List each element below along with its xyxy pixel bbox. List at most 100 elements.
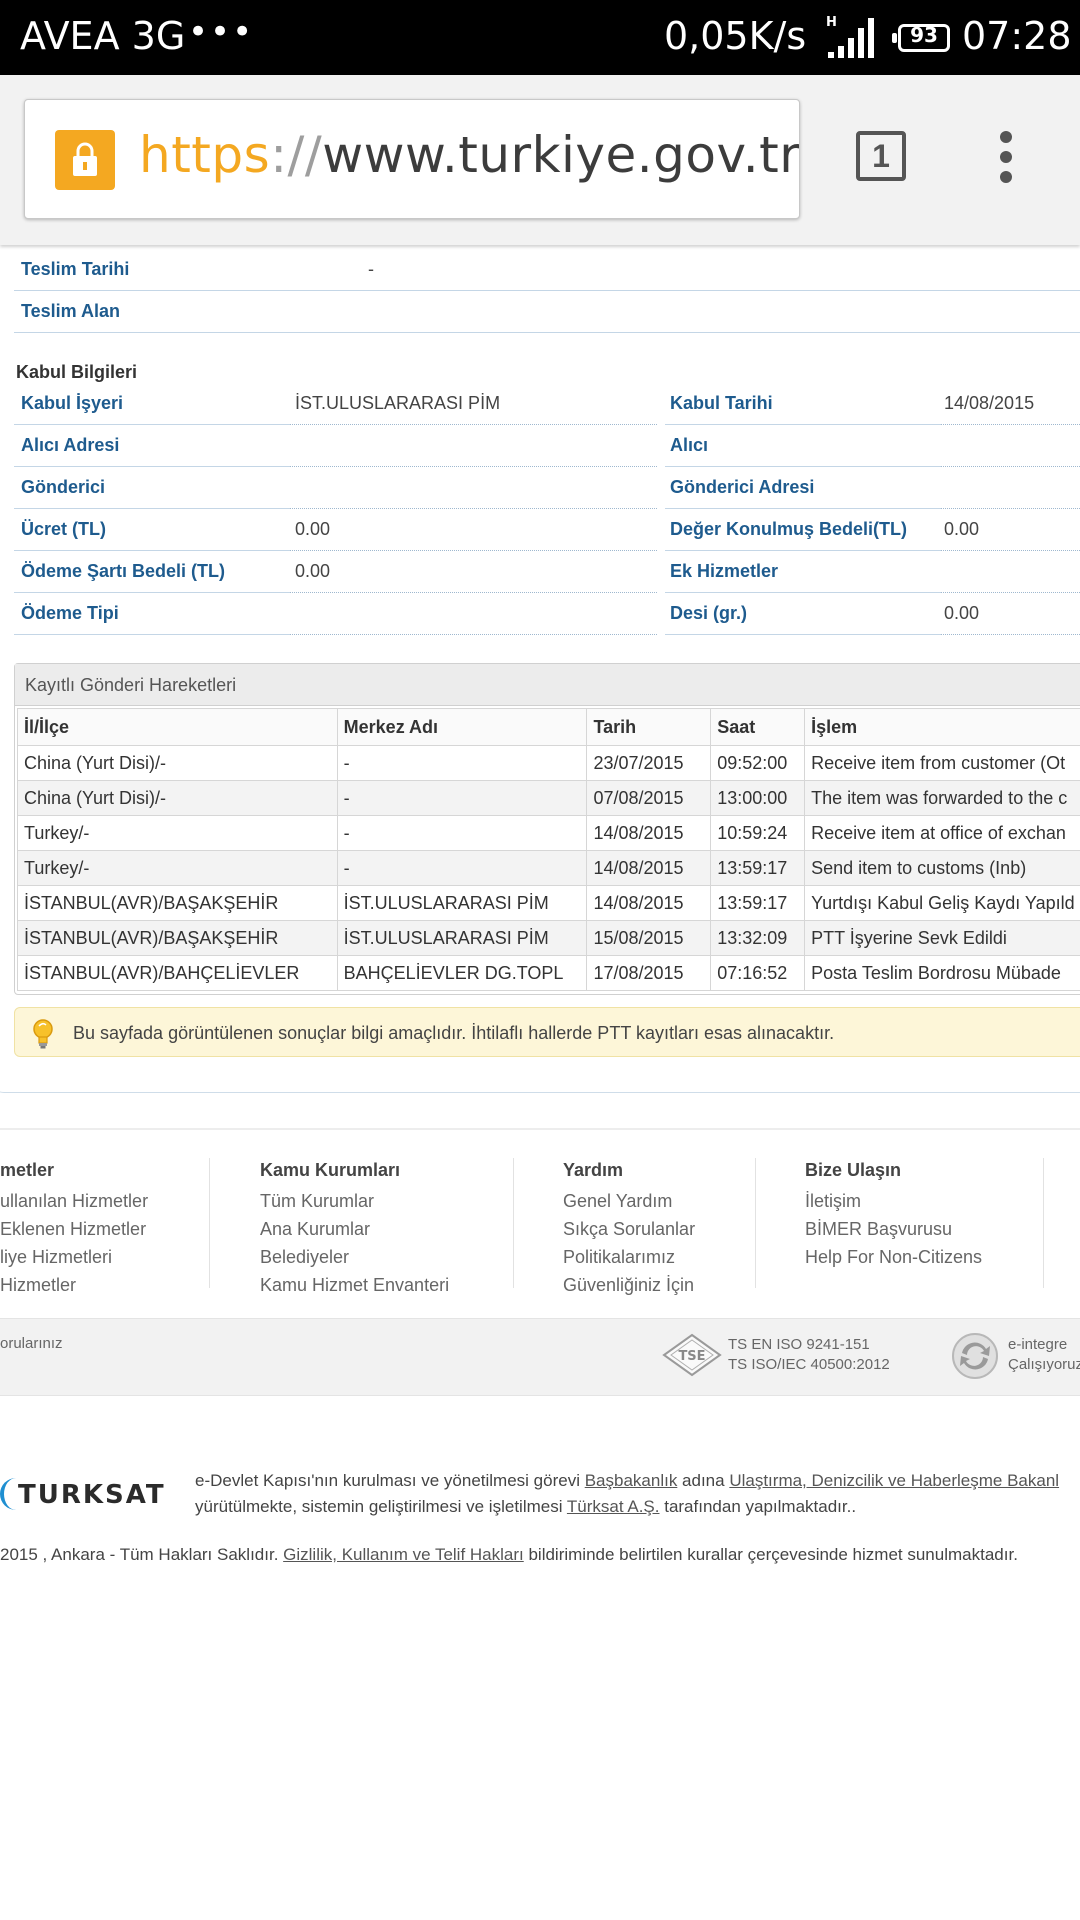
cell-saat: 10:59:24 [710,815,806,851]
cell-merkez-adi: BAHÇELİEVLER DG.TOPL [336,955,588,991]
browser-toolbar: https://www.turkiye.gov.tr/p 1 [0,75,1080,245]
col-header-islem[interactable]: İşlem [804,708,1080,746]
footer-gray-link[interactable]: orularınız [0,1335,63,1352]
cell-islem: Receive item at office of exchan [804,815,1080,851]
cell-tarih: 14/08/2015 [586,815,712,851]
col-header-merkez-adi[interactable]: Merkez Adı [336,708,588,746]
copyright-text: 2015 , Ankara - Tüm Hakları Saklıdır. [0,1545,284,1564]
e-integre-text: e-integre Çalışıyoruz [1008,1335,1080,1375]
lock-icon[interactable] [55,130,115,190]
network-speed: 0,05K/s [664,14,807,58]
basbakanlik-link[interactable]: Başbakanlık [585,1471,678,1490]
tse-standards: TS EN ISO 9241-151 TS ISO/IEC 40500:2012 [728,1335,890,1375]
movements-table: İl/İlçe Merkez Adı Tarih Saat İşlem Chin… [17,708,1080,991]
odeme-sarti-label: Ödeme Şartı Bedeli (TL) [21,561,226,581]
footer-link[interactable]: Kamu Hizmet Envanteri [260,1271,449,1299]
content-box-border [0,1070,1080,1093]
notice-text: Bu sayfada görüntülenen sonuçlar bilgi a… [73,1023,835,1043]
footer-link[interactable]: Ana Kurumlar [260,1215,449,1243]
footer-link[interactable]: İletişim [805,1187,982,1215]
table-row: China (Yurt Disi)/- - 07/08/2015 13:00:0… [17,780,1080,816]
footer-link[interactable]: Genel Yardım [563,1187,695,1215]
cell-tarih: 15/08/2015 [586,920,712,956]
col-header-tarih[interactable]: Tarih [586,708,712,746]
turksat-link[interactable]: Türksat A.Ş. [567,1497,660,1516]
footer-description: e-Devlet Kapısı'nın kurulması ve yönetil… [195,1468,1059,1520]
footer-text: tarafından yapılmaktadır.. [659,1497,857,1516]
kabul-tarihi-label: Kabul Tarihi [670,393,773,413]
tse-line-2: TS ISO/IEC 40500:2012 [728,1356,890,1373]
footer-text: e-Devlet Kapısı'nın kurulması ve yönetil… [195,1471,585,1490]
status-bar: AVEA 3G ••• 0,05K/s H 93 07:28 [0,0,1080,75]
cell-islem: PTT İşyerine Sevk Edildi [804,920,1080,956]
clock: 07:28 [962,14,1072,58]
footer-link[interactable]: Belediyeler [260,1243,449,1271]
footer-col-title: Bize Ulaşın [805,1160,902,1180]
deger-konulmus-label: Değer Konulmuş Bedeli(TL) [670,519,908,539]
kabul-isyeri-value: İST.ULUSLARARASI PİM [295,393,501,413]
tse-logo-icon: TSE [662,1333,722,1377]
cell-merkez-adi: - [336,780,588,816]
privacy-link[interactable]: Gizlilik, Kullanım ve Telif Hakları [283,1545,524,1564]
gonderici-label: Gönderici [21,477,106,497]
footer-link[interactable]: Tüm Kurumlar [260,1187,449,1215]
footer-col-kamu-kurumlari: Kamu Kurumları Tüm Kurumlar Ana Kurumlar… [260,1160,449,1299]
kabul-section-title: Kabul Bilgileri [16,362,138,382]
col-header-il-ilce[interactable]: İl/İlçe [17,708,338,746]
footer-text: adına [677,1471,730,1490]
cell-tarih: 14/08/2015 [586,850,712,886]
cell-saat: 13:00:00 [710,780,806,816]
copyright-text: bildiriminde belirtilen kurallar çerçeve… [523,1545,1018,1564]
footer-link[interactable]: Güvenliğiniz İçin [563,1271,695,1299]
cell-saat: 07:16:52 [710,955,806,991]
cell-il-ilce: İSTANBUL(AVR)/BAŞAKŞEHİR [17,920,338,956]
cell-merkez-adi: - [336,850,588,886]
cell-saat: 13:59:17 [710,885,806,921]
turksat-brand: TURKSAT [18,1480,166,1510]
cell-il-ilce: China (Yurt Disi)/- [17,780,338,816]
cell-islem: Receive item from customer (Ot [804,745,1080,781]
table-row: Turkey/- - 14/08/2015 10:59:24 Receive i… [17,815,1080,851]
odeme-sarti-value: 0.00 [295,561,331,581]
footer-link[interactable]: BİMER Başvurusu [805,1215,982,1243]
footer-col-title: Yardım [563,1160,624,1180]
turksat-logo[interactable]: TURKSAT [0,1476,164,1516]
e-integre-line-1: e-integre [1008,1336,1068,1353]
alici-label: Alıcı [670,435,709,455]
ucret-value: 0.00 [295,519,331,539]
bakanlik-link[interactable]: Ulaştırma, Denizcilik ve Haberleşme Baka… [729,1471,1059,1490]
footer-link[interactable]: Politikalarımız [563,1243,695,1271]
tab-switcher-button[interactable]: 1 [856,131,906,181]
deger-konulmus-value: 0.00 [944,519,980,539]
battery-icon: 93 [892,23,950,52]
col-header-saat[interactable]: Saat [710,708,806,746]
cell-tarih: 07/08/2015 [586,780,712,816]
cell-merkez-adi: - [336,745,588,781]
footer-link[interactable]: Eklenen Hizmetler [0,1215,148,1243]
desi-value: 0.00 [944,603,980,623]
cell-tarih: 23/07/2015 [586,745,712,781]
address-bar[interactable]: https://www.turkiye.gov.tr/p [24,99,800,219]
alici-adresi-label: Alıcı Adresi [21,435,120,455]
url-text[interactable]: https://www.turkiye.gov.tr/p [139,126,799,184]
gonderici-adresi-label: Gönderici Adresi [670,477,815,497]
footer-link[interactable]: Help For Non-Citizens [805,1243,982,1271]
cell-il-ilce: İSTANBUL(AVR)/BAHÇELİEVLER [17,955,338,991]
footer-link[interactable]: liye Hizmetleri [0,1243,148,1271]
turksat-arc-icon [0,1478,16,1510]
cell-merkez-adi: İST.ULUSLARARASI PİM [336,885,588,921]
desi-label: Desi (gr.) [670,603,748,623]
footer-link[interactable]: ullanılan Hizmetler [0,1187,148,1215]
cell-il-ilce: İSTANBUL(AVR)/BAŞAKŞEHİR [17,885,338,921]
footer-link[interactable]: Hizmetler [0,1271,148,1299]
teslim-alan-label: Teslim Alan [21,301,121,321]
footer-link[interactable]: Sıkça Sorulanlar [563,1215,695,1243]
cell-tarih: 14/08/2015 [586,885,712,921]
table-header-row: İl/İlçe Merkez Adı Tarih Saat İşlem [17,708,1080,746]
overflow-menu-icon[interactable] [994,131,1018,185]
kabul-tarihi-value: 14/08/2015 [944,393,1035,413]
footer-col-services: metler ullanılan Hizmetler Eklenen Hizme… [0,1160,148,1299]
footer-col-title: metler [0,1160,55,1180]
ek-hizmetler-label: Ek Hizmetler [670,561,779,581]
url-scheme: https [139,126,271,184]
